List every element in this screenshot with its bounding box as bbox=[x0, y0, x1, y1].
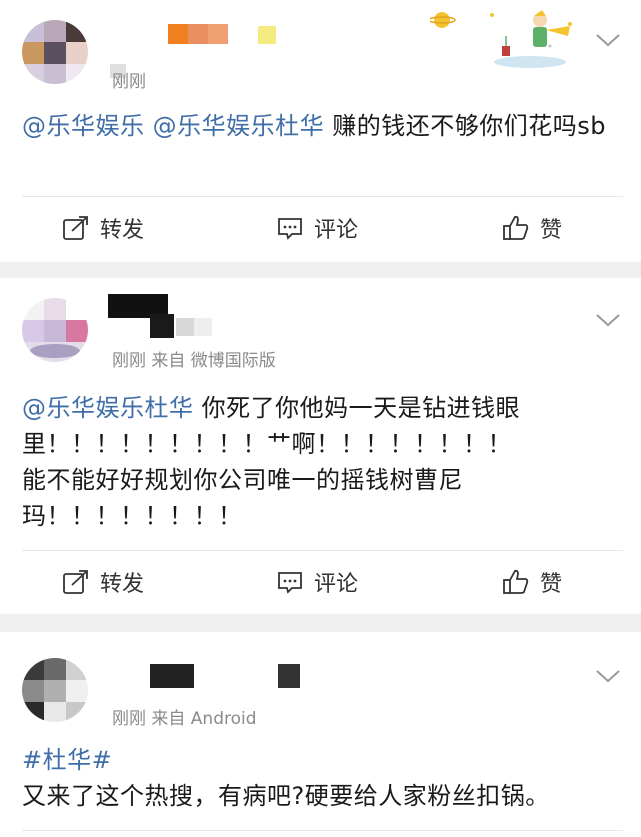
post-separator bbox=[0, 262, 641, 278]
repost-icon bbox=[63, 216, 88, 240]
post-line: @乐华娱乐杜华 你死了你他妈一天是钻进钱眼 bbox=[22, 390, 623, 426]
post-3: 刚刚 来自 Android #杜华# 又来了这个热搜，有病吧?硬要给人家粉丝扣锅… bbox=[0, 632, 641, 837]
chevron-down-icon[interactable] bbox=[595, 32, 621, 48]
post-text: 又来了这个热搜，有病吧?硬要给人家粉丝扣锅。 bbox=[22, 782, 550, 810]
repost-button[interactable]: 转发 bbox=[62, 562, 144, 602]
like-label: 赞 bbox=[540, 218, 563, 243]
post-separator bbox=[0, 614, 641, 632]
mention-link[interactable]: @乐华娱乐杜华 bbox=[22, 394, 194, 422]
thumbs-up-icon bbox=[503, 569, 529, 594]
thumbs-up-icon bbox=[503, 215, 529, 240]
mention-link[interactable]: @乐华娱乐 bbox=[22, 112, 145, 140]
post-line: 玛！！！！！！！！ bbox=[22, 502, 243, 530]
divider bbox=[22, 830, 623, 831]
post-content: #杜华# 又来了这个热搜，有病吧?硬要给人家粉丝扣锅。 bbox=[22, 742, 623, 814]
avatar[interactable] bbox=[22, 298, 88, 362]
comment-icon bbox=[278, 218, 302, 240]
post-time: 刚刚 bbox=[112, 72, 146, 92]
like-button[interactable]: 赞 bbox=[502, 208, 562, 248]
post-text: 赚的钱还不够你们花吗sb bbox=[324, 112, 607, 140]
hashtag-link[interactable]: #杜华# bbox=[22, 742, 623, 778]
comment-label: 评论 bbox=[314, 572, 359, 597]
post-content: @乐华娱乐 @乐华娱乐杜华 赚的钱还不够你们花吗sb bbox=[22, 108, 623, 144]
avatar[interactable] bbox=[22, 20, 88, 84]
comment-icon bbox=[278, 572, 302, 594]
post-2: 刚刚 来自 微博国际版 @乐华娱乐杜华 你死了你他妈一天是钻进钱眼 里！！！！！… bbox=[0, 278, 641, 614]
decorative-banner bbox=[428, 6, 590, 70]
divider bbox=[22, 550, 623, 551]
repost-icon bbox=[63, 570, 88, 594]
repost-label: 转发 bbox=[100, 572, 145, 597]
divider bbox=[22, 196, 623, 197]
post-time-source: 刚刚 来自 Android bbox=[112, 709, 257, 729]
post-time-source: 刚刚 来自 微博国际版 bbox=[112, 351, 276, 371]
chevron-down-icon[interactable] bbox=[595, 668, 621, 684]
like-label: 赞 bbox=[540, 572, 563, 597]
post-text: 你死了你他妈一天是钻进钱眼 bbox=[193, 394, 521, 422]
post-line: 能不能好好规划你公司唯一的摇钱树曹尼 bbox=[22, 466, 463, 494]
chevron-down-icon[interactable] bbox=[595, 312, 621, 328]
repost-button[interactable]: 转发 bbox=[62, 208, 144, 248]
comment-button[interactable]: 评论 bbox=[276, 208, 358, 248]
mention-link[interactable]: @乐华娱乐杜华 bbox=[153, 112, 325, 140]
repost-label: 转发 bbox=[100, 218, 145, 243]
post-content: @乐华娱乐杜华 你死了你他妈一天是钻进钱眼 里！！！！！！！！！艹啊！！！！！！… bbox=[22, 390, 623, 534]
post-1: 刚刚 @乐华娱乐 @乐华娱乐杜华 赚的钱还不够你们花吗sb 转发 评论 赞 bbox=[0, 0, 641, 262]
comment-button[interactable]: 评论 bbox=[276, 562, 358, 602]
like-button[interactable]: 赞 bbox=[502, 562, 562, 602]
post-line: 里！！！！！！！！！艹啊！！！！！！！！ bbox=[22, 430, 512, 458]
avatar[interactable] bbox=[22, 658, 88, 722]
comment-label: 评论 bbox=[314, 218, 359, 243]
